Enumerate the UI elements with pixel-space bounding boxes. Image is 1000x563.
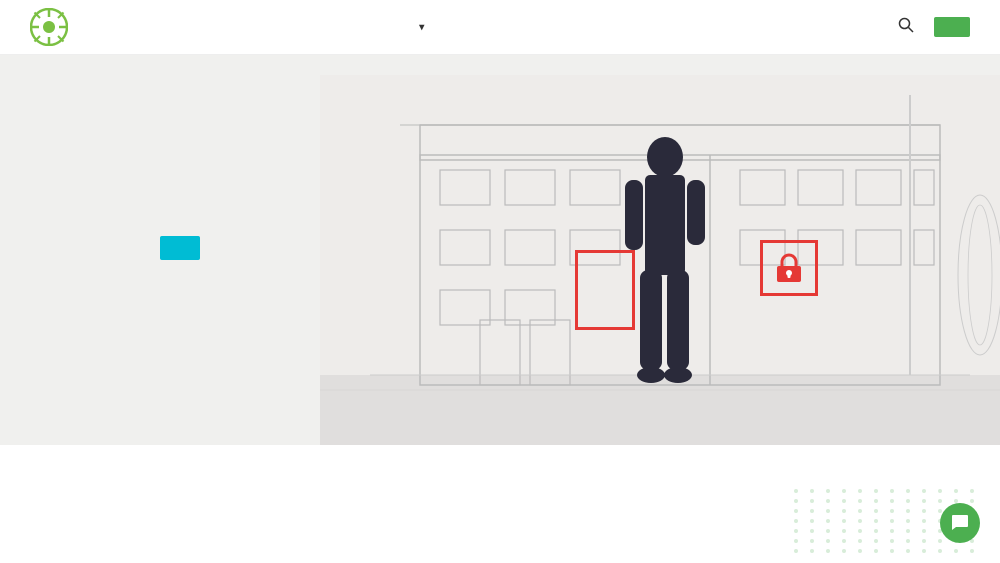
nav-item-solutions[interactable]: ▾ [415,22,425,33]
chat-icon [950,513,970,533]
request-demo-button[interactable] [934,17,970,37]
bottom-section: // Generate dots const dotContainer = do… [0,445,1000,563]
nav-links: ▾ [415,22,553,33]
white-paper-button[interactable] [160,236,200,260]
hero-section [0,55,1000,445]
navbar: ▾ [0,0,1000,55]
search-button[interactable] [894,13,918,42]
chat-bubble-button[interactable] [940,503,980,543]
person-silhouette [620,135,710,415]
lock-alert-box [760,240,818,296]
lock-icon [774,252,804,284]
chevron-down-icon: ▾ [419,22,425,33]
hero-content [160,105,200,260]
logo-icon [30,8,68,46]
hero-title [160,115,200,207]
search-icon [898,17,914,33]
logo[interactable] [30,8,74,46]
nav-right [894,13,970,42]
